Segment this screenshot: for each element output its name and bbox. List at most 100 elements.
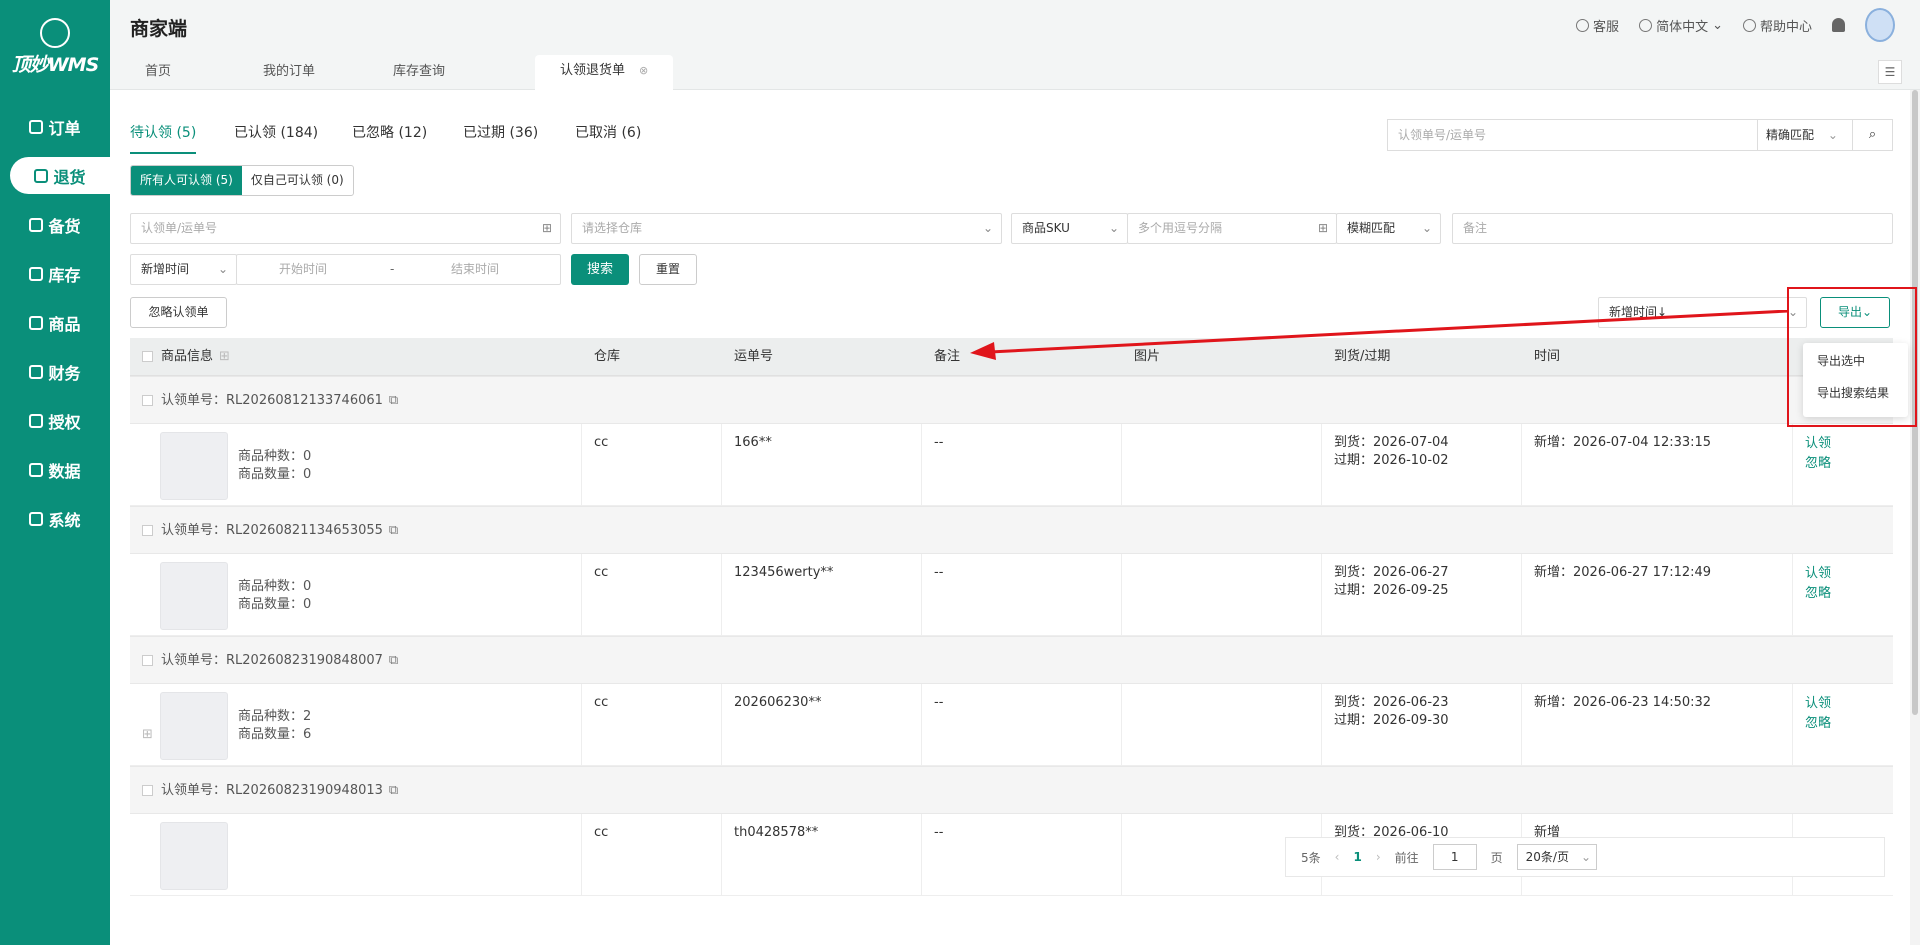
warehouse-select[interactable]: 请选择仓库 ⌄ [571,213,1002,244]
bell-icon[interactable] [1832,18,1845,32]
date-range-input[interactable]: 开始时间 - 结束时间 [236,254,561,285]
header: 商家端 客服 简体中文 ⌄ 帮助中心 [110,0,1920,50]
claim-scope-toggle: 所有人可认领 (5) 仅自己可认领 (0) [130,165,354,196]
sidebar-item-product[interactable]: 商品 [0,304,110,341]
search-icon[interactable]: ⌕ [1852,120,1892,150]
copy-icon[interactable]: ⧉ [389,783,398,798]
avatar[interactable] [1865,8,1895,42]
claim-link[interactable]: 认领 [1805,694,1881,714]
tab-label: 我的订单 [263,64,316,79]
image-placeholder-icon [160,822,228,890]
fuzzy-match-label: 模糊匹配 [1347,221,1396,235]
close-icon[interactable]: ⊗ [639,64,648,77]
menu-toggle-icon[interactable]: ☰ [1878,60,1902,84]
expand-icon[interactable]: ⊞ [219,349,230,364]
remark-input[interactable]: 备注 [1452,213,1893,244]
arrival-expiry-cell: 到货：2026-06-27 过期：2026-09-25 [1322,554,1522,635]
fuzzy-match-select[interactable]: 模糊匹配 ⌄ [1336,213,1441,244]
chevron-down-icon: ⌄ [982,221,993,235]
remark-cell: -- [922,424,1122,505]
prev-page-icon[interactable]: ‹ [1335,850,1340,864]
sidebar-item-finance[interactable]: 财务 [0,353,110,390]
logo-mark-icon [40,18,70,48]
status-tab-expired[interactable]: 已过期 (36) [463,122,538,142]
scrollbar[interactable] [1910,90,1920,945]
sidebar-item-order[interactable]: 订单 [0,108,110,145]
customer-service-link[interactable]: 客服 [1576,16,1619,35]
claim-number: RL20260823190848007 [226,653,383,668]
status-tab-claimed[interactable]: 已认领 (184) [234,122,318,142]
page-input[interactable]: 1 [1432,844,1477,870]
sku-type-select[interactable]: 商品SKU ⌄ [1011,213,1128,244]
row-checkbox[interactable] [142,395,153,406]
logo-text: 顶妙WMS [11,54,100,76]
order-icon [29,119,44,134]
time-type-select[interactable]: 新增时间 ⌄ [130,254,237,285]
select-all-checkbox[interactable] [142,351,153,362]
sidebar-item-stock-prep[interactable]: 备货 [0,206,110,243]
top-search-input[interactable]: 认领单号/运单号 [1388,120,1757,150]
status-tab-pending[interactable]: 待认领 (5) [130,122,197,154]
reset-button[interactable]: 重置 [639,254,697,285]
goto-label: 前往 [1394,850,1419,865]
expand-icon[interactable]: ⊞ [142,726,153,744]
claim-link[interactable]: 认领 [1805,434,1881,454]
claim-link[interactable]: 认领 [1805,564,1881,584]
copy-icon[interactable]: ⧉ [389,393,398,408]
expand-icon[interactable]: ⊞ [542,214,552,243]
product-icon [29,315,44,330]
page-size-select[interactable]: 20条/页 ⌄ [1516,844,1597,870]
search-button[interactable]: 搜索 [571,254,629,285]
status-tab-ignored[interactable]: 已忽略 (12) [352,122,427,142]
next-page-icon[interactable]: › [1376,850,1381,864]
product-info-cell [130,814,582,895]
sidebar-item-return[interactable]: 退货 [10,157,110,194]
product-kinds: 商品种数：0 [238,449,312,464]
ignore-link[interactable]: 忽略 [1805,584,1881,604]
order-no-input[interactable]: 认领单/运单号 ⊞ [130,213,561,244]
row-checkbox[interactable] [142,655,153,666]
tab-home[interactable]: 首页 [120,50,196,90]
sidebar-item-system[interactable]: 系统 [0,500,110,537]
tab-my-orders[interactable]: 我的订单 [238,50,340,90]
sidebar-item-auth[interactable]: 授权 [0,402,110,439]
header-actions: 客服 简体中文 ⌄ 帮助中心 [1576,0,1895,50]
status-tab-cancelled[interactable]: 已取消 (6) [575,122,641,142]
sidebar-item-inventory[interactable]: 库存 [0,255,110,292]
page-number[interactable]: 1 [1353,850,1361,864]
tab-inventory-query[interactable]: 库存查询 [368,50,470,90]
ignore-link[interactable]: 忽略 [1805,454,1881,474]
waybill-cell: 123456werty** [722,554,922,635]
copy-icon[interactable]: ⧉ [389,523,398,538]
language-select[interactable]: 简体中文 ⌄ [1639,16,1723,35]
ignore-link[interactable]: 忽略 [1805,714,1881,734]
row-checkbox[interactable] [142,785,153,796]
help-icon [1742,18,1756,32]
copy-icon[interactable]: ⧉ [389,653,398,668]
arrival-date: 到货：2026-06-23 [1334,695,1449,710]
sku-input[interactable]: 多个用逗号分隔 ⊞ [1127,213,1337,244]
image-placeholder-icon [160,562,228,630]
sidebar-item-data[interactable]: 数据 [0,451,110,488]
table-row: ⊞ 商品种数：2 商品数量：6 cc 202606230** -- 到货：2026-… [130,684,1893,766]
claim-number: RL20260823190948013 [226,783,383,798]
ignore-claim-button[interactable]: 忽略认领单 [130,297,227,328]
match-mode-select[interactable]: 精确匹配 ⌄ [1757,120,1852,150]
chevron-down-icon: ⌄ [1108,221,1119,235]
scope-self-button[interactable]: 仅自己可认领 (0) [242,166,353,195]
page-unit-label: 页 [1490,850,1503,865]
action-cell: 认领 忽略 [1793,424,1893,505]
sidebar-item-label: 退货 [53,167,86,187]
chevron-down-icon: ⌄ [1712,17,1723,33]
remark-placeholder: 备注 [1463,221,1488,235]
row-checkbox[interactable] [142,525,153,536]
scope-all-button[interactable]: 所有人可认领 (5) [131,166,242,195]
help-center-link[interactable]: 帮助中心 [1742,16,1812,35]
expiry-date: 过期：2026-09-30 [1334,713,1449,728]
expand-icon[interactable]: ⊞ [1318,214,1328,243]
warehouse-placeholder: 请选择仓库 [582,221,643,235]
logo[interactable]: 顶妙WMS [0,18,110,77]
tab-claim-return[interactable]: 认领退货单 ⊗ [535,55,674,90]
claim-group-header: 认领单号：RL20260823190848007 ⧉ [130,636,1893,684]
match-mode-label: 精确匹配 [1766,128,1815,142]
